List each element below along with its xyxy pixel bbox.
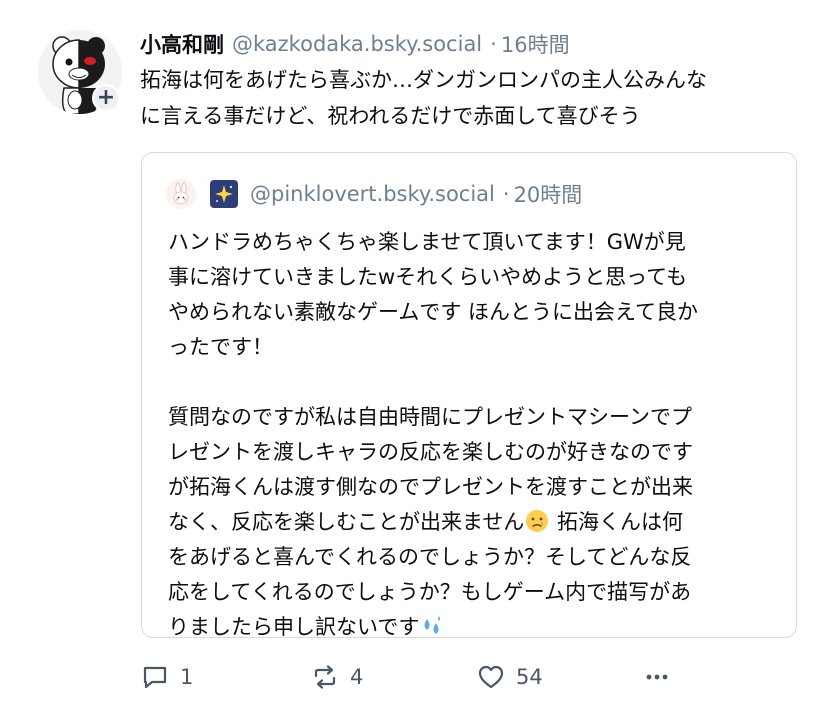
more-options-button[interactable] [642,658,672,696]
quote-text-segment: なく、反応を楽しむことが出来ません [168,510,525,534]
quote-text-line: が拓海くんは渡す側なのでプレゼントを渡すことが出来 [168,475,693,499]
post-text: 拓海は何をあげたら喜ぶか…ダンガンロンパの主人公みんな に言える事だけど、祝われ… [140,62,800,134]
like-button[interactable]: 54 [476,658,543,696]
quote-header-separator: · [502,182,510,206]
quote-header: @pinklovert.bsky.social · 20時間 [166,177,582,211]
sweat-droplets-icon [424,616,441,634]
quote-text-line: やめられない素敵なゲームです ほんとうに出会えて良か [168,300,698,324]
header-separator: · [490,32,497,56]
sparkle-star-icon [210,180,238,208]
quote-author-handle[interactable]: @pinklovert.bsky.social [250,182,495,206]
quote-text-line: をあげると喜んでくれるのでしょうか？そしてどんな反 [168,545,692,569]
author-handle[interactable]: @kazkodaka.bsky.social [232,32,482,56]
reply-bubble-icon [143,666,167,689]
quote-text-line: ったです！ [168,335,273,359]
reply-count: 1 [180,665,194,689]
quote-text-line: 質問なのですが私は自由時間にプレゼントマシーンでプ [168,405,692,429]
quote-avatar[interactable] [166,179,196,209]
quote-text-line-with-emoji: なく、反応を楽しむことが出来ません 拓海くんは何 [168,505,778,540]
quote-body: ハンドラめちゃくちゃ楽しませて頂いてます！GWが見 事に溶けていきましたwそれく… [168,225,778,645]
quote-text-line: ハンドラめちゃくちゃ楽しませて頂いてます！GWが見 [168,230,686,254]
repost-icon [314,665,336,689]
author-avatar-wrap[interactable]: + [38,30,122,114]
post-text-line: に言える事だけど、祝われるだけで赤面して喜びそう [140,104,641,128]
quote-text-line: 事に溶けていきましたwそれくらいやめようと思っても [168,265,688,289]
repost-count: 4 [350,665,364,689]
sad-tear-face-icon [526,510,549,532]
quote-text-line: 応をしてくれるのでしょうか？もしゲーム内で描写があ [168,580,692,604]
repost-button[interactable]: 4 [310,658,363,696]
quoted-post[interactable]: @pinklovert.bsky.social · 20時間 ハンドラめちゃくち… [141,152,797,639]
author-display-name[interactable]: 小高和剛 [140,29,224,59]
follow-plus-button[interactable]: + [92,84,120,112]
post-timestamp[interactable]: 16時間 [501,29,570,59]
quote-text-line-with-emoji: りましたら申し訳ないです [168,610,778,645]
bunny-avatar-icon [173,182,189,205]
like-count: 54 [516,665,543,689]
quote-timestamp[interactable]: 20時間 [514,179,583,209]
quote-text-segment: りましたら申し訳ないです [168,615,420,639]
quote-text-segment: 拓海くんは何 [550,510,684,534]
reply-button[interactable]: 1 [140,658,193,696]
post-header: 小高和剛 @kazkodaka.bsky.social · 16時間 [140,26,570,62]
post: + 小高和剛 @kazkodaka.bsky.social · 16時間 拓海は… [0,0,828,724]
quote-text-line: レゼントを渡しキャラの反応を楽しむのが好きなのです [168,440,693,464]
plus-icon: + [96,85,116,110]
post-actions: 1 4 54 [140,658,700,696]
ellipsis-icon [646,674,668,680]
post-text-line: 拓海は何をあげたら喜ぶか…ダンガンロンパの主人公みんな [140,68,707,92]
heart-icon [478,665,504,689]
